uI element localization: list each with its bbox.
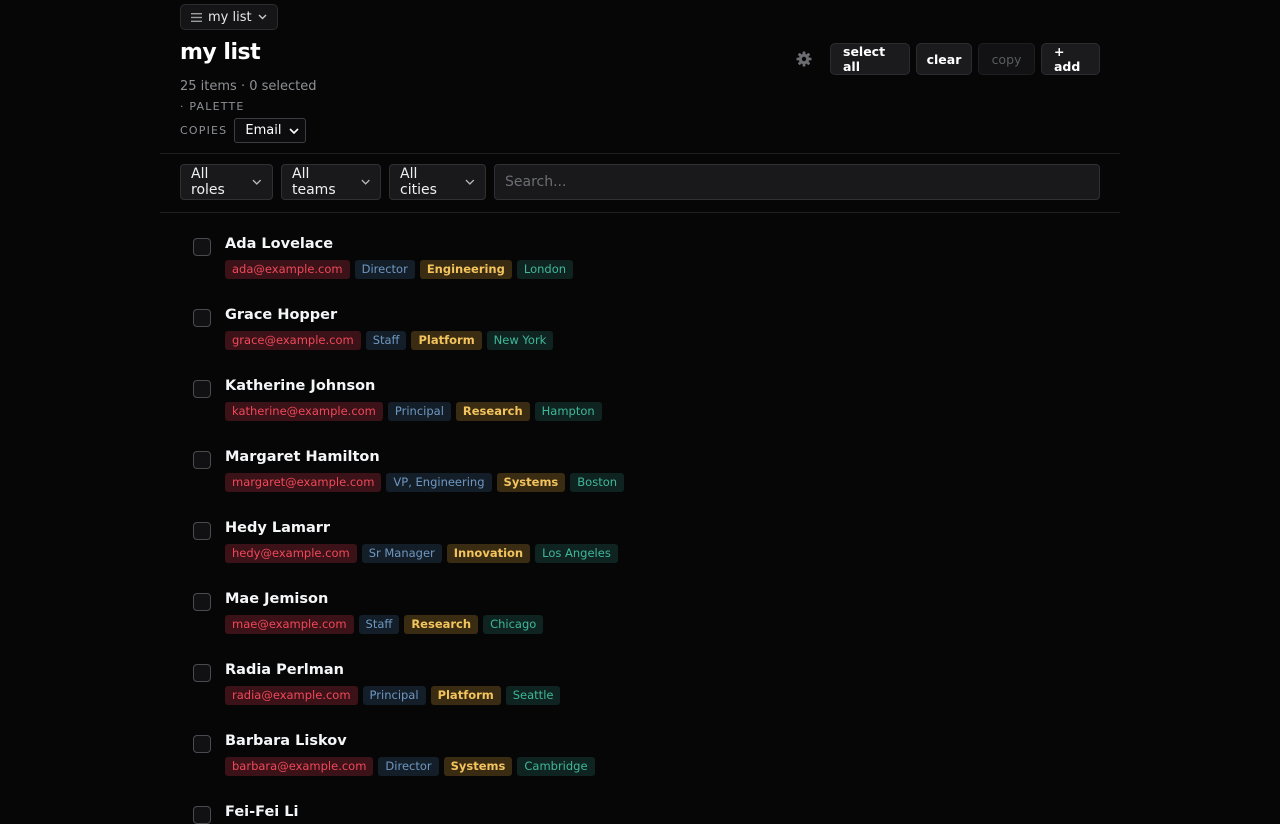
team-tag: Platform (411, 331, 482, 350)
copies-label: COPIES (180, 124, 228, 137)
row-checkbox[interactable] (193, 238, 211, 256)
person-name: Mae Jemison (225, 591, 329, 607)
city-tag: London (516, 260, 574, 279)
city-tag: New York (486, 331, 554, 350)
role-tag: Principal (362, 686, 426, 705)
email-tag: ada@example.com (225, 260, 350, 279)
tag-group: margaret@example.com VP, Engineering Sys… (225, 473, 625, 492)
add-button[interactable]: + add (1041, 43, 1100, 75)
tag-group: mae@example.com Staff Research Chicago (225, 615, 544, 634)
team-tag: Platform (430, 686, 501, 705)
email-tag: hedy@example.com (225, 544, 357, 563)
role-tag: Staff (365, 331, 407, 350)
row-checkbox[interactable] (193, 309, 211, 327)
page-title: my list (180, 40, 261, 65)
palette-link[interactable]: · PALETTE (180, 100, 245, 113)
person-name: Margaret Hamilton (225, 449, 380, 465)
city-tag: Chicago (483, 615, 544, 634)
person-name: Radia Perlman (225, 662, 344, 678)
tag-group: radia@example.com Principal Platform Sea… (225, 686, 561, 705)
row-checkbox[interactable] (193, 522, 211, 540)
email-tag: radia@example.com (225, 686, 358, 705)
row-checkbox[interactable] (193, 380, 211, 398)
person-name: Fei-Fei Li (225, 804, 299, 820)
team-tag: Research (404, 615, 479, 634)
team-filter-select[interactable]: All teams (281, 164, 381, 200)
person-name: Barbara Liskov (225, 733, 347, 749)
team-tag: Research (455, 402, 530, 421)
team-tag: Systems (496, 473, 566, 492)
list-switcher-label: my list (208, 9, 252, 25)
city-tag: Los Angeles (535, 544, 618, 563)
row-checkbox[interactable] (193, 735, 211, 753)
row-checkbox[interactable] (193, 451, 211, 469)
city-tag: Seattle (505, 686, 561, 705)
person-name: Ada Lovelace (225, 236, 334, 252)
search-input[interactable] (494, 164, 1100, 200)
menu-icon (191, 12, 202, 22)
city-tag: Boston (570, 473, 625, 492)
tag-group: grace@example.com Staff Platform New Yor… (225, 331, 554, 350)
chevron-down-icon (258, 14, 267, 20)
role-tag: Staff (358, 615, 400, 634)
team-filter-value: All teams (292, 166, 336, 198)
role-tag: Principal (387, 402, 451, 421)
copies-select[interactable]: Email (234, 118, 307, 143)
email-tag: grace@example.com (225, 331, 361, 350)
row-checkbox[interactable] (193, 806, 211, 824)
gear-icon[interactable] (794, 49, 814, 69)
city-tag: Hampton (534, 402, 602, 421)
list-switcher-button[interactable]: my list (180, 4, 278, 30)
tag-group: hedy@example.com Sr Manager Innovation L… (225, 544, 618, 563)
role-tag: Director (354, 260, 415, 279)
city-tag: Cambridge (517, 757, 595, 776)
team-tag: Innovation (446, 544, 531, 563)
tag-group: katherine@example.com Principal Research… (225, 402, 602, 421)
copies-row: COPIES Email (180, 118, 307, 143)
email-tag: margaret@example.com (225, 473, 382, 492)
copies-select-value: Email (245, 123, 282, 138)
row-checkbox[interactable] (193, 593, 211, 611)
role-tag: VP, Engineering (386, 473, 492, 492)
role-filter-select[interactable]: All roles (180, 164, 273, 200)
team-tag: Engineering (419, 260, 512, 279)
divider (160, 212, 1120, 213)
chevron-down-icon (289, 127, 300, 134)
team-tag: Systems (443, 757, 513, 776)
city-filter-value: All cities (400, 166, 437, 198)
email-tag: mae@example.com (225, 615, 354, 634)
clear-button[interactable]: clear (916, 43, 972, 75)
person-name: Hedy Lamarr (225, 520, 331, 536)
item-summary: 25 items · 0 selected (180, 79, 317, 94)
chevron-down-icon (361, 179, 370, 185)
chevron-down-icon (465, 179, 475, 185)
role-tag: Director (378, 757, 439, 776)
person-name: Katherine Johnson (225, 378, 376, 394)
role-filter-value: All roles (191, 166, 225, 198)
divider (160, 153, 1120, 154)
tag-group: ada@example.com Director Engineering Lon… (225, 260, 574, 279)
role-tag: Sr Manager (361, 544, 442, 563)
email-tag: katherine@example.com (225, 402, 383, 421)
select-all-button[interactable]: select all (830, 43, 910, 75)
row-checkbox[interactable] (193, 664, 211, 682)
person-name: Grace Hopper (225, 307, 338, 323)
city-filter-select[interactable]: All cities (389, 164, 486, 200)
page: my list my list 25 items · 0 selected · … (160, 0, 1120, 824)
copy-button[interactable]: copy (978, 43, 1035, 75)
tag-group: barbara@example.com Director Systems Cam… (225, 757, 595, 776)
email-tag: barbara@example.com (225, 757, 374, 776)
chevron-down-icon (252, 179, 262, 185)
